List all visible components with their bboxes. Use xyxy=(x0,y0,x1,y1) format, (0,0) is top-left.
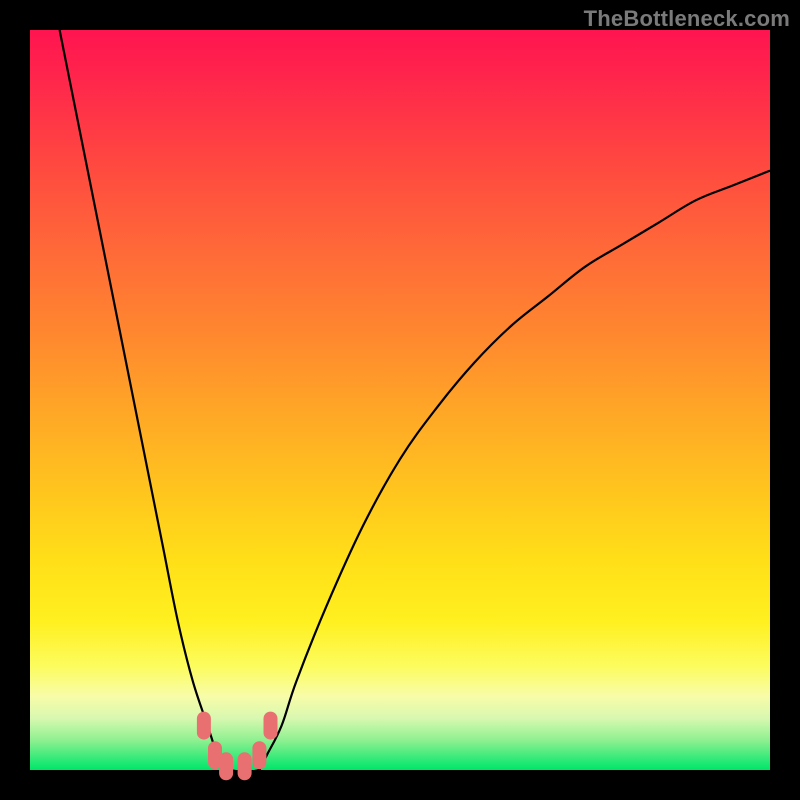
watermark-text: TheBottleneck.com xyxy=(584,6,790,32)
valley-marker-3 xyxy=(238,752,252,780)
curve-layer xyxy=(30,30,770,770)
valley-marker-2 xyxy=(219,752,233,780)
valley-marker-0 xyxy=(197,712,211,740)
valley-marker-4 xyxy=(252,741,266,769)
bottleneck-curve xyxy=(60,30,770,772)
series-left-branch xyxy=(60,30,230,770)
series-right-branch xyxy=(259,171,770,770)
plot-area xyxy=(30,30,770,770)
valley-marker-5 xyxy=(264,712,278,740)
chart-frame: TheBottleneck.com xyxy=(0,0,800,800)
marker-group xyxy=(197,712,278,781)
